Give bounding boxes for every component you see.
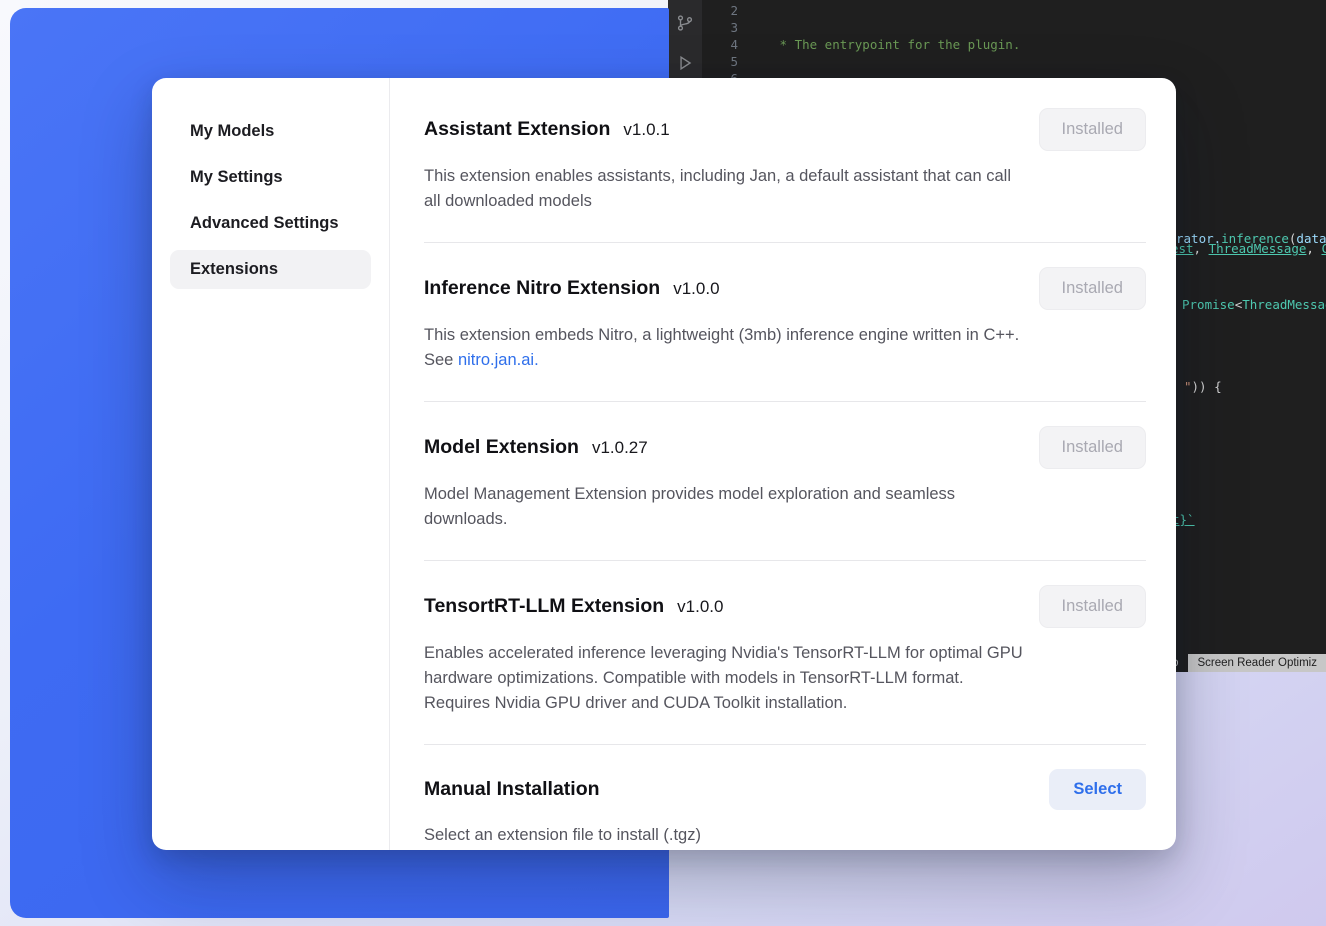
extension-row-header: Manual Installation Select: [424, 769, 1146, 810]
extension-description: This extension enables assistants, inclu…: [424, 164, 1024, 214]
extension-description: Enables accelerated inference leveraging…: [424, 641, 1024, 716]
sidebar-item-my-settings[interactable]: My Settings: [170, 158, 371, 197]
sidebar-item-extensions[interactable]: Extensions: [170, 250, 371, 289]
manual-installation-description: Select an extension file to install (.tg…: [424, 823, 1024, 848]
code-fragment: ")) {: [1184, 378, 1222, 395]
extension-row-header: Assistant Extension v1.0.1 Installed: [424, 108, 1146, 151]
installed-button[interactable]: Installed: [1039, 426, 1146, 469]
settings-modal: My Models My Settings Advanced Settings …: [152, 78, 1176, 850]
extension-name: Assistant Extension: [424, 118, 610, 141]
extension-name: Inference Nitro Extension: [424, 277, 660, 300]
extension-description: This extension embeds Nitro, a lightweig…: [424, 323, 1024, 373]
extension-row-tensorrt-llm: TensortRT-LLM Extension v1.0.0 Installed…: [424, 561, 1146, 745]
extension-row-header: Model Extension v1.0.27 Installed: [424, 426, 1146, 469]
select-file-button[interactable]: Select: [1049, 769, 1146, 810]
code-line: * The entrypoint for the plugin.: [772, 36, 1326, 53]
description-text: Enables accelerated inference leveraging…: [424, 644, 1023, 712]
line-number: 5: [708, 53, 738, 70]
extension-row-model: Model Extension v1.0.27 Installed Model …: [424, 402, 1146, 561]
extension-row-assistant: Assistant Extension v1.0.1 Installed Thi…: [424, 108, 1146, 243]
extension-version: v1.0.0: [677, 597, 723, 617]
extension-name: TensortRT-LLM Extension: [424, 595, 664, 618]
extension-name: Model Extension: [424, 436, 579, 459]
line-number: 3: [708, 19, 738, 36]
nitro-jan-ai-link[interactable]: nitro.jan.ai.: [458, 351, 539, 369]
installed-button[interactable]: Installed: [1039, 267, 1146, 310]
extension-row-header: Inference Nitro Extension v1.0.0 Install…: [424, 267, 1146, 310]
line-number: 2: [708, 2, 738, 19]
manual-installation-title: Manual Installation: [424, 778, 600, 801]
extension-row-inference-nitro: Inference Nitro Extension v1.0.0 Install…: [424, 243, 1146, 402]
settings-sidebar: My Models My Settings Advanced Settings …: [152, 78, 390, 850]
screen-reader-optimized-chip[interactable]: Screen Reader Optimiz: [1188, 654, 1326, 672]
manual-installation-row: Manual Installation Select Select an ext…: [424, 745, 1146, 850]
run-debug-icon[interactable]: [676, 54, 694, 72]
installed-button[interactable]: Installed: [1039, 108, 1146, 151]
extension-version: v1.0.0: [673, 279, 719, 299]
editor-line-numbers: 2 3 4 5 6: [708, 2, 738, 87]
extension-version: v1.0.27: [592, 438, 648, 458]
extension-version: v1.0.1: [623, 120, 669, 140]
description-text: This extension enables assistants, inclu…: [424, 167, 1011, 210]
extension-description: Model Management Extension provides mode…: [424, 482, 1024, 532]
extensions-list: Assistant Extension v1.0.1 Installed Thi…: [390, 78, 1176, 850]
code-fragment: rator.inference(data));: [1176, 230, 1326, 247]
description-text: Select an extension file to install (.tg…: [424, 826, 701, 844]
installed-button[interactable]: Installed: [1039, 585, 1146, 628]
extension-row-header: TensortRT-LLM Extension v1.0.0 Installed: [424, 585, 1146, 628]
line-number: 4: [708, 36, 738, 53]
source-control-icon[interactable]: [676, 14, 694, 32]
sidebar-item-my-models[interactable]: My Models: [170, 112, 371, 151]
code-fragment: Promise<ThreadMessage>: [1182, 296, 1326, 313]
sidebar-item-advanced-settings[interactable]: Advanced Settings: [170, 204, 371, 243]
description-text: Model Management Extension provides mode…: [424, 485, 955, 528]
